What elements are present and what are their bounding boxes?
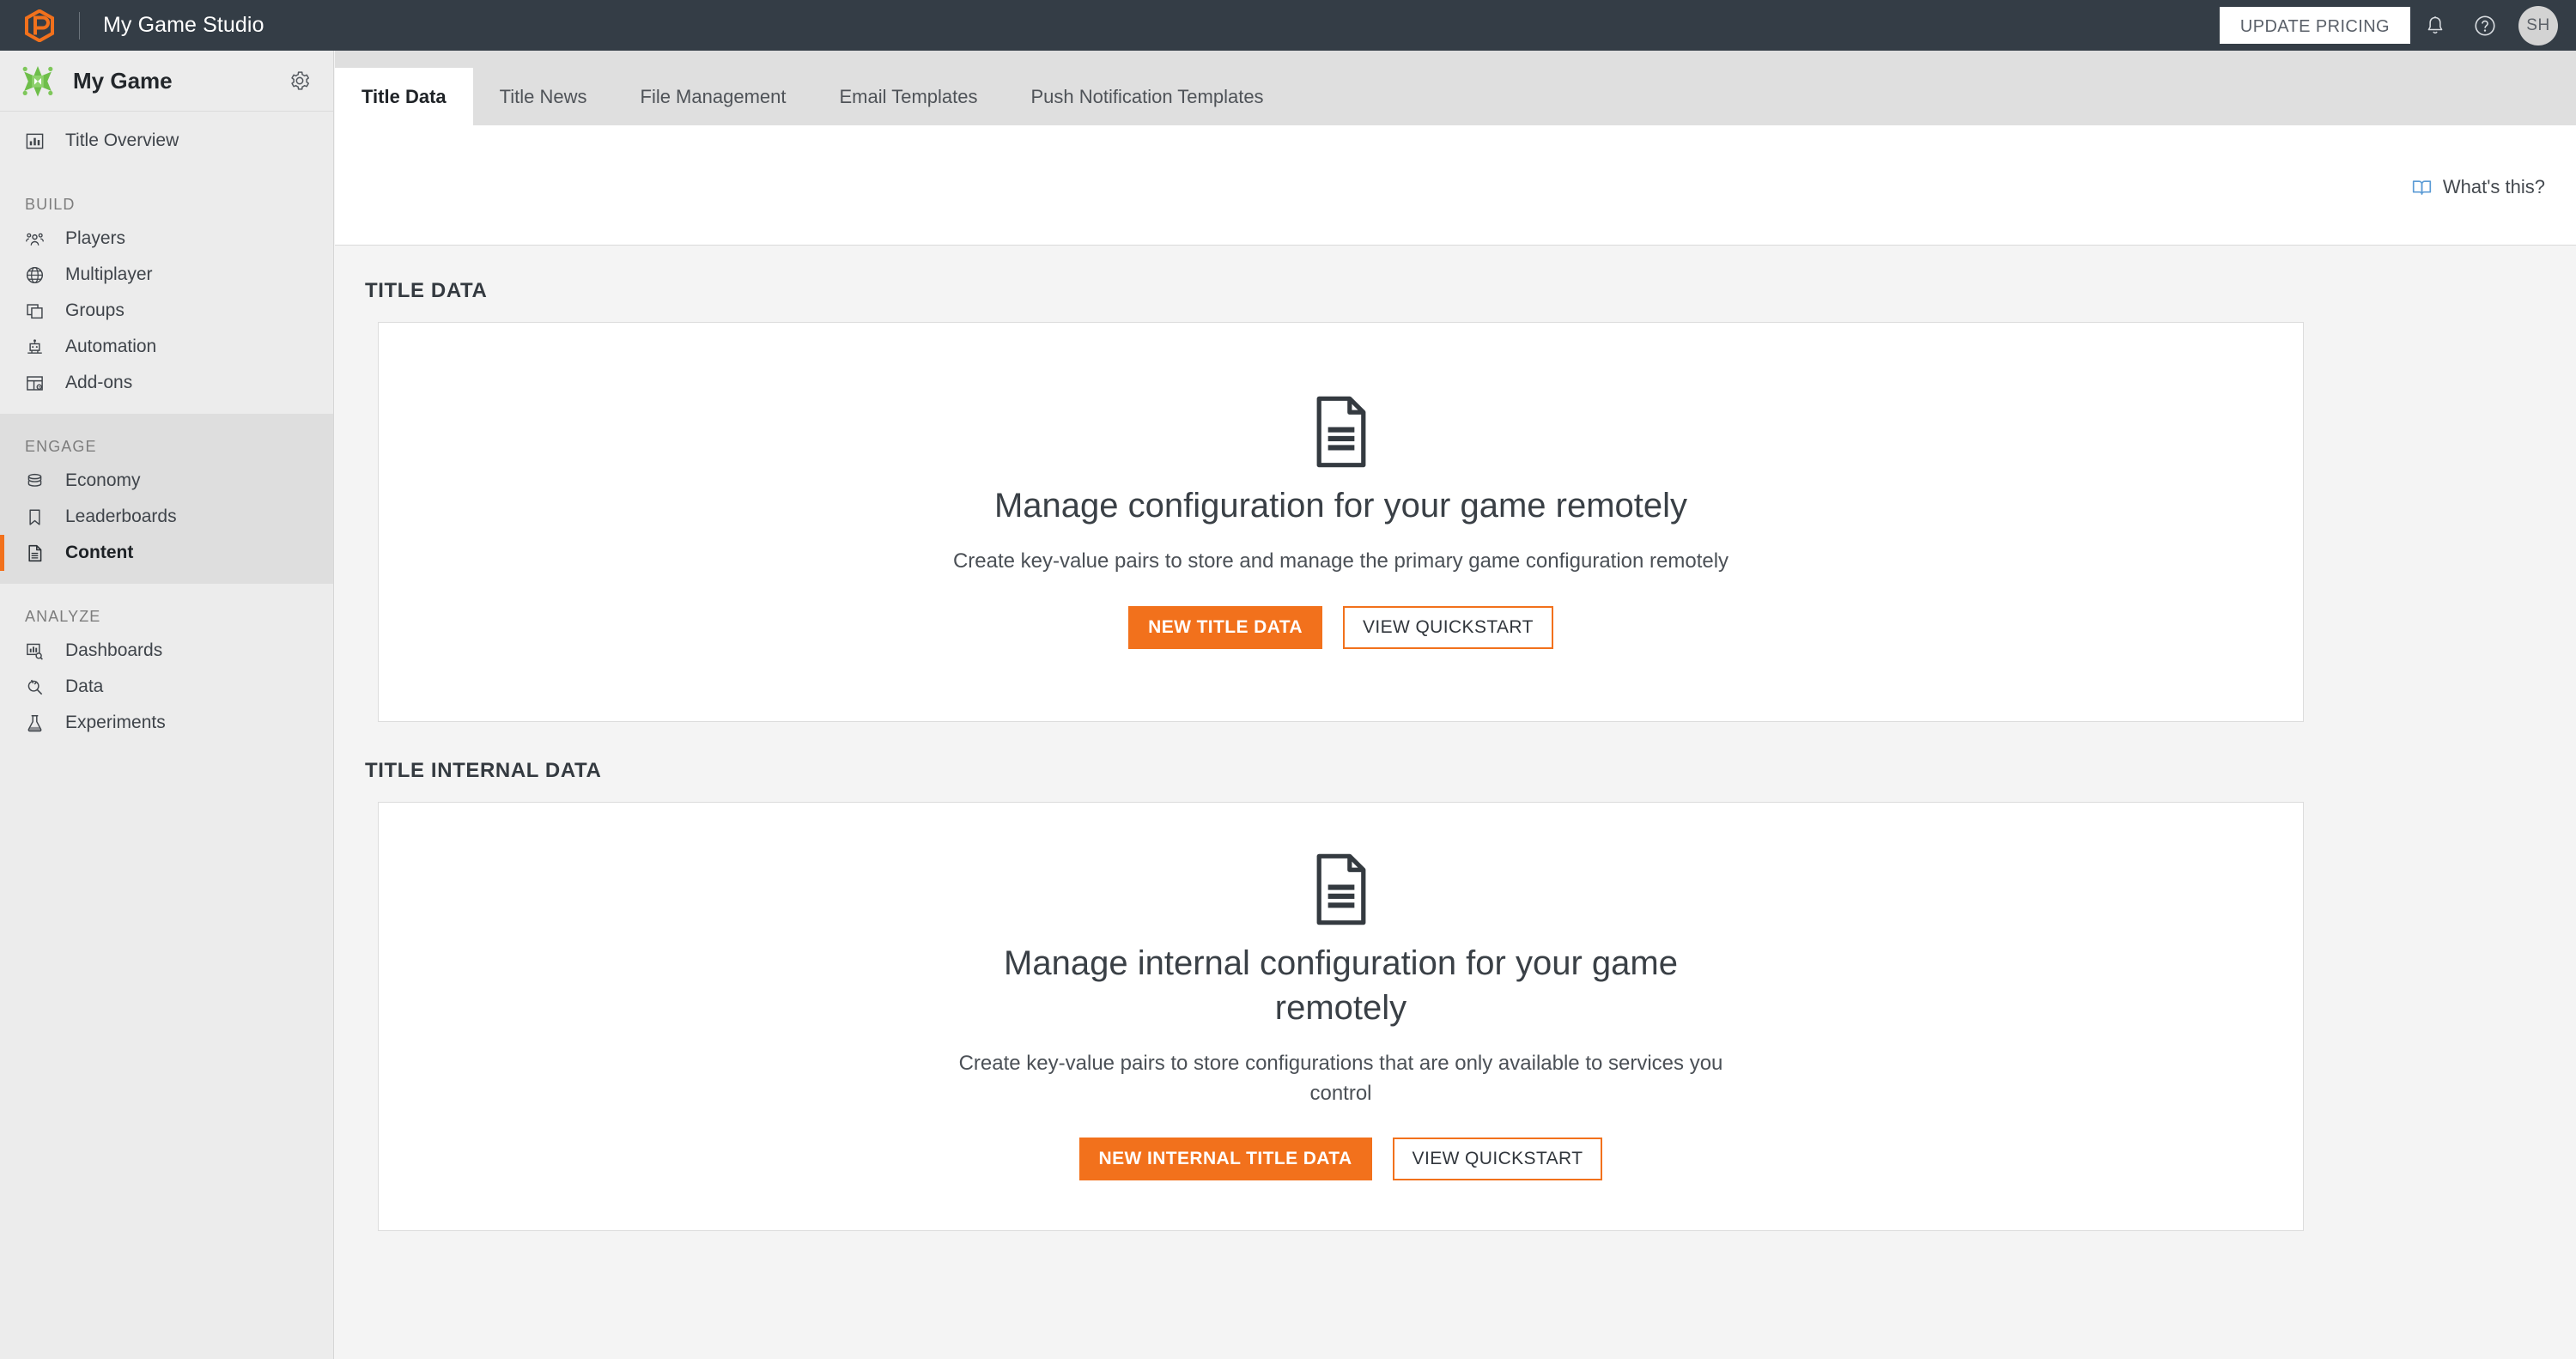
bell-icon [2427, 15, 2443, 33]
tab-strip: Title Data Title News File Management Em… [335, 51, 2576, 125]
document-icon [1309, 852, 1373, 931]
section-heading: TITLE INTERNAL DATA [365, 759, 602, 782]
globe-icon [25, 265, 54, 285]
sidebar-item-label: Multiplayer [65, 264, 153, 284]
view-quickstart-button[interactable]: VIEW QUICKSTART [1392, 1138, 1603, 1181]
help-button[interactable] [2460, 0, 2510, 51]
book-icon [2412, 179, 2431, 195]
sidebar-item-data[interactable]: Data [0, 669, 333, 705]
copy-stack-icon [25, 301, 54, 321]
game-selector[interactable]: My Game [0, 51, 333, 112]
section-title-data: TITLE DATA Manage configuration for your… [335, 246, 2576, 722]
sidebar-item-label: Groups [65, 300, 125, 320]
sidebar-item-label: Dashboards [65, 640, 163, 660]
sidebar-item-label: Add-ons [65, 373, 133, 392]
update-pricing-button[interactable]: UPDATE PRICING [2219, 7, 2410, 44]
sidebar-item-economy[interactable]: Economy [0, 463, 333, 499]
gear-icon [291, 71, 310, 90]
tab-title-data[interactable]: Title Data [335, 68, 473, 125]
whats-this-link[interactable]: What's this? [2411, 176, 2545, 198]
section-heading: TITLE DATA [365, 279, 488, 302]
question-circle-icon [2475, 15, 2495, 36]
whats-this-label: What's this? [2442, 176, 2545, 197]
card-description: Create key-value pairs to store and mana… [952, 549, 1729, 573]
plug-icon [25, 677, 54, 697]
nav-group-top: Title Overview [0, 112, 333, 172]
title-data-empty-card: Manage configuration for your game remot… [378, 322, 2304, 722]
sidebar-item-experiments[interactable]: Experiments [0, 705, 333, 741]
sidebar-item-content[interactable]: Content [0, 535, 333, 571]
nav-group-analyze: ANALYZE Dashboards Data Experiments [0, 584, 333, 754]
sidebar-item-label: Economy [65, 470, 141, 490]
sidebar-item-players[interactable]: Players [0, 221, 333, 257]
tab-file-management[interactable]: File Management [614, 68, 813, 125]
new-internal-title-data-button[interactable]: NEW INTERNAL TITLE DATA [1078, 1138, 1372, 1181]
card-title: Manage configuration for your game remot… [993, 487, 1688, 525]
robot-icon [25, 337, 54, 357]
main-content: TITLE DATA Manage configuration for your… [335, 246, 2576, 1359]
tab-email-templates[interactable]: Email Templates [812, 68, 1004, 125]
nav-group-build: BUILD Players Multiplayer Groups Automat… [0, 172, 333, 414]
layout-gear-icon [25, 373, 54, 393]
sidebar-item-label: Automation [65, 337, 157, 356]
tab-push-notification-templates[interactable]: Push Notification Templates [1004, 68, 1290, 125]
sidebar-item-label: Data [65, 676, 104, 696]
sidebar-item-groups[interactable]: Groups [0, 293, 333, 329]
card-actions: NEW TITLE DATA VIEW QUICKSTART [1128, 605, 1553, 649]
notifications-button[interactable] [2410, 0, 2460, 51]
sidebar-item-label: Title Overview [65, 130, 179, 150]
bar-chart-icon [25, 131, 54, 151]
chart-search-icon [25, 641, 54, 661]
sidebar-item-leaderboards[interactable]: Leaderboards [0, 499, 333, 535]
playfab-hexagon-logo [25, 9, 54, 42]
page-header-band: What's this? [335, 125, 2576, 246]
game-name: My Game [73, 67, 173, 94]
top-bar: My Game Studio UPDATE PRICING SH [0, 0, 2576, 51]
sidebar-item-label: Experiments [65, 713, 166, 732]
sidebar-item-label: Content [65, 543, 134, 562]
sidebar: My Game Title Overview BUILD Players Mul… [0, 51, 334, 1359]
section-title-internal-data: TITLE INTERNAL DATA Manage internal conf… [335, 759, 2576, 1231]
sidebar-item-automation[interactable]: Automation [0, 329, 333, 365]
sidebar-item-multiplayer[interactable]: Multiplayer [0, 257, 333, 293]
bookmark-icon [25, 507, 54, 527]
studio-name: My Game Studio [103, 13, 264, 37]
topbar-divider [79, 11, 80, 39]
flask-icon [25, 713, 54, 733]
document-icon [1309, 395, 1373, 473]
nav-group-label-analyze: ANALYZE [25, 608, 101, 625]
playfab-logo[interactable] [0, 0, 79, 51]
sidebar-item-label: Players [65, 228, 126, 248]
tab-title-news[interactable]: Title News [473, 68, 614, 125]
sidebar-item-dashboards[interactable]: Dashboards [0, 633, 333, 669]
new-title-data-button[interactable]: NEW TITLE DATA [1128, 605, 1322, 649]
game-settings-button[interactable] [289, 70, 311, 92]
title-internal-data-empty-card: Manage internal configuration for your g… [378, 802, 2304, 1231]
card-title: Manage internal configuration for your g… [1004, 943, 1678, 1027]
card-actions: NEW INTERNAL TITLE DATA VIEW QUICKSTART [1078, 1138, 1603, 1181]
topbar-right-controls: UPDATE PRICING SH [2219, 0, 2576, 51]
sidebar-item-label: Leaderboards [65, 507, 177, 526]
people-icon [25, 229, 54, 249]
sidebar-item-add-ons[interactable]: Add-ons [0, 365, 333, 401]
database-coins-icon [25, 471, 54, 491]
view-quickstart-button[interactable]: VIEW QUICKSTART [1342, 605, 1553, 649]
nav-group-label-engage: ENGAGE [25, 438, 97, 455]
sidebar-item-title-overview[interactable]: Title Overview [0, 123, 333, 159]
nav-group-engage: ENGAGE Economy Leaderboards Content [0, 414, 333, 584]
avatar[interactable]: SH [2518, 5, 2558, 46]
nav-group-label-build: BUILD [25, 196, 76, 213]
card-description: Create key-value pairs to store configur… [958, 1051, 1723, 1105]
document-icon [25, 543, 54, 563]
green-game-burst-icon [22, 66, 53, 97]
